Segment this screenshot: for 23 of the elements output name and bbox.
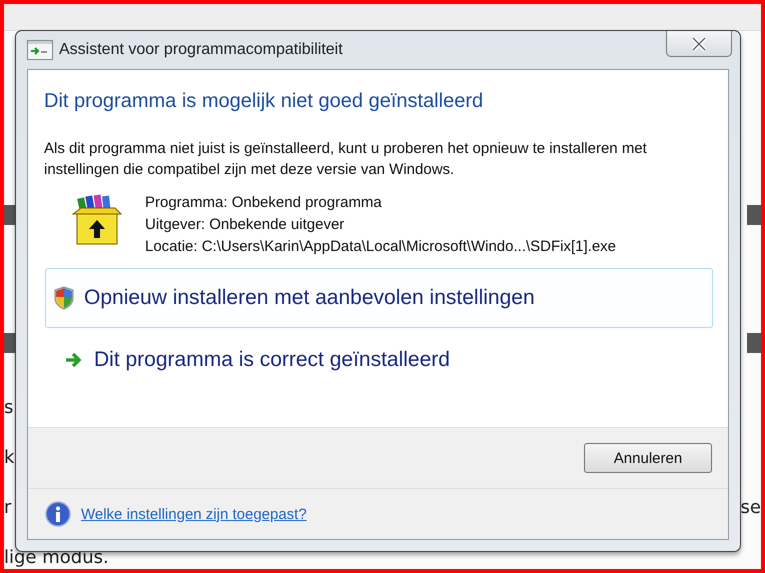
cancel-button[interactable]: Annuleren: [584, 443, 712, 473]
command-link[interactable]: Opnieuw installeren met aanbevolen instellingen: [45, 268, 713, 328]
shield-icon: [54, 286, 74, 310]
window-app-icon: [27, 40, 53, 60]
page-text: se: [740, 496, 761, 520]
page-text: k: [4, 446, 14, 470]
program-detail: Programma: Onbekend programma: [145, 193, 383, 213]
archive-box-icon: [71, 192, 123, 246]
page-text: lige modus.: [4, 546, 109, 569]
page-text: r: [4, 496, 12, 520]
program-detail: Locatie: C:\Users\Karin\AppData\Local\Microsoft\Windo...\SDFix[1].exe: [145, 237, 616, 257]
close-button[interactable]: [666, 31, 732, 57]
page-bar: [747, 333, 761, 353]
arrow-icon: [64, 351, 84, 369]
close-icon: [690, 36, 708, 52]
page-text: s: [4, 396, 14, 420]
program-detail: Uitgever: Onbekende uitgever: [145, 215, 346, 235]
info-icon: [45, 501, 71, 527]
dialog-heading: Dit programma is mogelijk niet goed geïnstalleerd: [44, 90, 484, 114]
help-link[interactable]: Welke instellingen zijn toegepast?: [81, 506, 307, 522]
window-title: Assistent voor programmacompatibiliteit: [59, 41, 343, 59]
page-bar: [747, 205, 761, 225]
intro-text: Als dit programma niet juist is geïnstalleerd, kunt u proberen het opnieuw te installeren met instellingen die compatibel zijn met deze versie van Windows.: [44, 139, 648, 180]
